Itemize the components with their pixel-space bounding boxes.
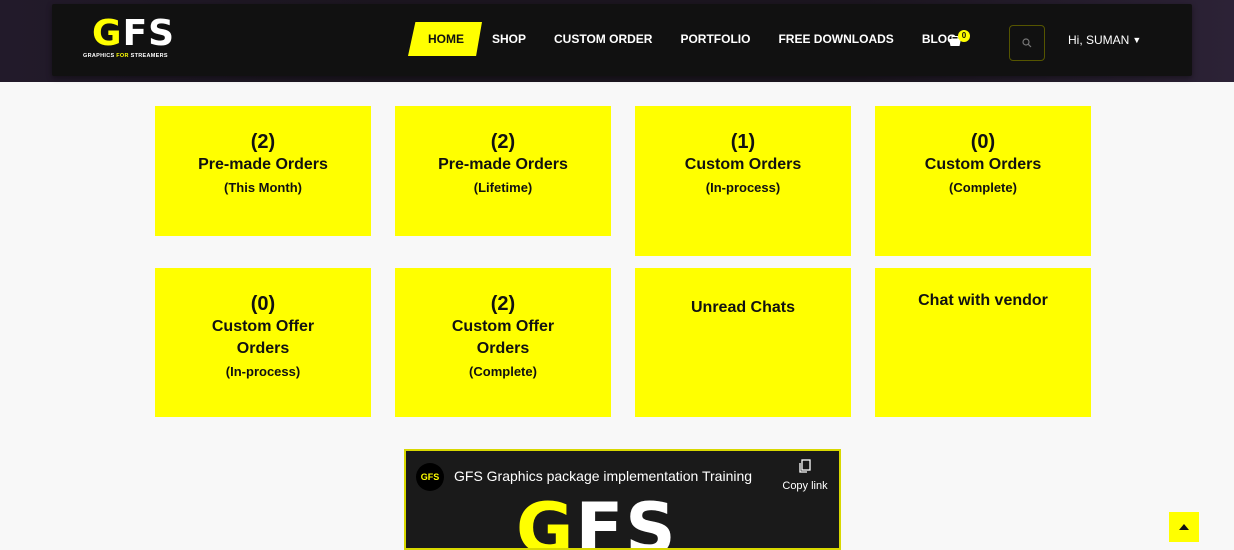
card-count: (2) [490,131,516,153]
card-title: Chat with vendor [918,292,1048,309]
card-subtitle: (In-process) [705,180,781,195]
card-title: Pre-made Orders [198,156,328,173]
user-menu[interactable]: Hi, SUMAN ▼ [1068,33,1141,47]
cart-button[interactable]: 0 [948,30,974,52]
nav-home[interactable]: HOME [408,22,482,56]
search-icon [1022,38,1032,48]
nav-free-downloads[interactable]: FREE DOWNLOADS [778,32,893,46]
card-premade-lifetime[interactable]: (2) Pre-made Orders (Lifetime) [395,106,611,236]
nav-portfolio[interactable]: PORTFOLIO [680,32,750,46]
card-premade-this-month[interactable]: (2) Pre-made Orders (This Month) [155,106,371,236]
scroll-to-top-button[interactable] [1169,512,1199,542]
channel-avatar[interactable]: GFS [416,463,444,491]
card-chat-with-vendor[interactable]: Chat with vendor [875,268,1091,417]
main-nav: HOME SHOP CUSTOM ORDER PORTFOLIO FREE DO… [408,22,984,56]
card-subtitle: (In-process) [225,364,301,379]
chevron-down-icon: ▼ [1132,35,1142,45]
video-thumbnail-logo: GFS [516,488,678,550]
nav-custom-order[interactable]: CUSTOM ORDER [554,32,652,46]
cart-count-badge: 0 [958,30,970,42]
card-title-line2: Orders [236,340,290,357]
user-greeting: Hi, SUMAN [1068,33,1130,47]
card-title: Custom Orders [684,156,802,173]
copy-link-button[interactable]: Copy link [780,459,830,492]
card-custom-offer-complete[interactable]: (2) Custom Offer Orders (Complete) [395,268,611,417]
card-count: (1) [730,131,756,153]
card-count: (0) [970,131,996,153]
card-title: Unread Chats [690,299,796,316]
caret-up-icon [1179,524,1189,530]
copy-icon [799,459,811,473]
card-title: Custom Orders [924,156,1042,173]
card-title-line1: Custom Offer [451,318,555,335]
card-title-line1: Custom Offer [211,318,315,335]
card-custom-in-process[interactable]: (1) Custom Orders (In-process) [635,106,851,256]
video-embed[interactable]: GFS GFS Graphics package implementation … [404,449,841,550]
card-count: (2) [490,293,516,315]
navbar: GFS GRAPHICS FOR STREAMERS HOME SHOP CUS… [52,4,1192,76]
logo-wordmark: GFS [92,13,176,54]
video-title[interactable]: GFS Graphics package implementation Trai… [454,468,752,484]
card-count: (2) [250,131,276,153]
logo-tagline: GRAPHICS FOR STREAMERS [83,53,168,59]
card-count: (0) [250,293,276,315]
card-subtitle: (Lifetime) [473,180,533,195]
copy-link-label: Copy link [782,480,828,492]
card-subtitle: (Complete) [949,180,1017,195]
card-subtitle: (Complete) [469,364,537,379]
nav-shop[interactable]: SHOP [492,32,526,46]
card-subtitle: (This Month) [224,180,302,195]
card-custom-complete[interactable]: (0) Custom Orders (Complete) [875,106,1091,256]
card-custom-offer-in-process[interactable]: (0) Custom Offer Orders (In-process) [155,268,371,417]
card-title: Pre-made Orders [438,156,568,173]
card-title-line2: Orders [476,340,530,357]
card-unread-chats[interactable]: Unread Chats [635,268,851,417]
site-logo[interactable]: GFS GRAPHICS FOR STREAMERS [80,14,180,64]
search-button[interactable] [1009,25,1045,61]
